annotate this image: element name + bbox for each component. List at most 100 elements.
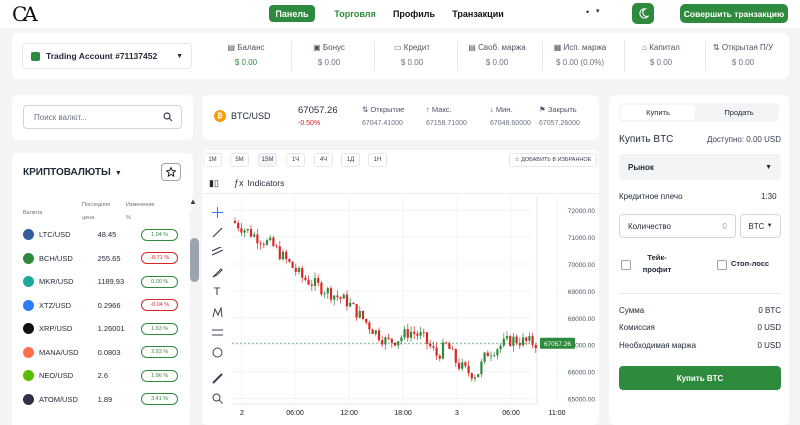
symbol: BCH/USD	[39, 253, 73, 263]
coin-icon	[23, 229, 34, 240]
price-chart[interactable]: 72000.00 71000.00 70000.00 69000.00 68000.00…	[232, 196, 597, 425]
change-badge: 1.96 %	[141, 369, 179, 382]
ray-icon[interactable]	[208, 242, 226, 262]
candle-body	[406, 329, 409, 338]
nav-panel[interactable]: Панель	[269, 5, 315, 22]
make-transaction-button[interactable]: Совершить транзакцию	[680, 4, 788, 23]
candle-body	[473, 377, 477, 379]
chevron-down-icon[interactable]: ▾	[596, 7, 600, 15]
price: 2.6	[97, 371, 109, 380]
candle-body	[320, 282, 323, 295]
ticker-bar: ₿ BTC/USD 67057.26 -0.50% ⇅ Открытие 6704…	[202, 95, 599, 140]
candle-body	[326, 288, 329, 294]
symbol: XTZ/USD	[39, 300, 72, 310]
language-dot[interactable]: •	[586, 7, 589, 17]
list-title[interactable]: КРИПТОВАЛЮТЫ ▼	[23, 167, 122, 178]
header-last-price: Последняя цена	[82, 202, 111, 221]
quantity-currency-select[interactable]: BTC ▼	[740, 214, 781, 238]
order-type-select[interactable]: Рынок ▼	[619, 154, 781, 180]
candle-body	[483, 352, 486, 362]
list-item[interactable]: XRP/USD 1.26001 1.63 %	[23, 317, 179, 340]
account-select[interactable]: Trading Account #71137452 ▼	[22, 43, 192, 69]
nav-trading[interactable]: Торговля	[332, 5, 378, 22]
search-icon[interactable]	[163, 112, 173, 122]
add-to-favorites-button[interactable]: ☆ ДОБАВИТЬ В ИЗБРАННОЕ	[509, 153, 597, 167]
candle-body	[278, 246, 281, 260]
candle-body	[419, 332, 422, 336]
coin-icon	[23, 370, 34, 381]
candle-type-icon[interactable]: ▮▯	[209, 178, 219, 189]
y-tick-label: 68000.00	[568, 316, 595, 323]
candle-body	[237, 222, 240, 229]
scrollbar-thumb[interactable]	[190, 238, 199, 282]
search-input[interactable]: Поиск валют...	[23, 105, 182, 129]
gift-icon: ▣	[313, 43, 321, 52]
text-tool-icon[interactable]: T	[208, 282, 226, 302]
candle-body	[355, 304, 358, 318]
list-item[interactable]: BCH/USD 255.65 -8.71 %	[23, 247, 179, 270]
measure-icon[interactable]	[208, 322, 226, 342]
trend-line-icon[interactable]	[208, 222, 226, 242]
crypto-list: КРИПТОВАЛЮТЫ ▼ Валюта Последняя цена Измен…	[12, 153, 199, 425]
indicators-button[interactable]: ƒx Indicators	[234, 178, 284, 188]
chevron-down-icon: ▼	[765, 163, 772, 171]
candle-body	[352, 302, 355, 305]
bank-icon: ⌂	[642, 43, 647, 52]
logo[interactable]: CA	[12, 2, 38, 26]
tab-sell[interactable]: Продать	[701, 105, 777, 120]
take-profit-checkbox[interactable]	[621, 260, 631, 270]
candle-body	[486, 352, 489, 357]
candle-body	[521, 337, 525, 346]
tab-buy[interactable]: Купить	[621, 105, 695, 120]
candle-body	[525, 337, 528, 341]
buy-button[interactable]: Купить BTC	[619, 366, 781, 390]
indicators-icon: ƒx	[234, 178, 244, 188]
timeframe-4h[interactable]: 4Ч	[314, 153, 333, 167]
candle-body	[365, 318, 368, 323]
header-currency: Валюта	[23, 210, 43, 216]
nav-profile[interactable]: Профиль	[392, 5, 436, 22]
timeframe-1m[interactable]: 1M	[203, 153, 222, 167]
timeframe-1d[interactable]: 1Д	[341, 153, 360, 167]
stat-open-pl: ⇅ Открытая П/У $ 0.00	[712, 43, 774, 67]
candle-body	[425, 332, 429, 344]
scroll-up-icon[interactable]: ▲	[189, 197, 197, 206]
timeframe-1w[interactable]: 1Н	[368, 153, 387, 167]
candle-body	[301, 268, 304, 278]
candle-body	[368, 322, 371, 330]
candle-body	[281, 251, 285, 260]
brush-icon[interactable]	[208, 262, 226, 282]
zoom-icon[interactable]	[208, 388, 226, 408]
list-item[interactable]: XTZ/USD 0.2966 -0.04 %	[23, 294, 179, 317]
candle-body	[285, 251, 288, 260]
quantity-input[interactable]: Количество 0	[619, 214, 736, 238]
candle-body	[515, 336, 518, 344]
list-item[interactable]: MKR/USD 1189.93 0.00 %	[23, 270, 179, 293]
timeframe-1h[interactable]: 1Ч	[286, 153, 305, 167]
candle-body	[457, 362, 461, 369]
ruler-icon[interactable]	[208, 368, 226, 388]
list-item[interactable]: ATOM/USD 1.89 3.41 %	[23, 388, 179, 411]
candle-body	[256, 234, 259, 244]
emoji-icon[interactable]	[208, 342, 226, 362]
list-item[interactable]: NEO/USD 2.6 1.96 %	[23, 364, 179, 387]
account-bar: Trading Account #71137452 ▼ ▤ Баланс $ 0.…	[12, 33, 789, 79]
candle-body	[310, 284, 313, 286]
timeframe-15m[interactable]: 15M	[258, 153, 277, 167]
coin-icon	[23, 323, 34, 334]
price: 1189.93	[97, 277, 125, 286]
pattern-icon[interactable]	[208, 302, 226, 322]
timeframe-5m[interactable]: 5M	[230, 153, 249, 167]
x-tick-label: 18:00	[394, 410, 412, 417]
candle-body	[358, 310, 361, 318]
nav-transactions[interactable]: Транзакции	[451, 5, 505, 22]
theme-toggle-button[interactable]	[632, 3, 654, 24]
stop-loss-checkbox[interactable]	[717, 260, 727, 270]
symbol: NEO/USD	[39, 371, 74, 380]
list-item[interactable]: LTC/USD 48.45 1.04 %	[23, 223, 179, 246]
favorites-button[interactable]	[161, 163, 181, 181]
candle-body	[416, 333, 419, 336]
list-item[interactable]: MANA/USD 0.0803 2.93 %	[23, 341, 179, 364]
crosshair-icon[interactable]	[208, 202, 226, 222]
change-badge: 0.00 %	[141, 275, 179, 288]
